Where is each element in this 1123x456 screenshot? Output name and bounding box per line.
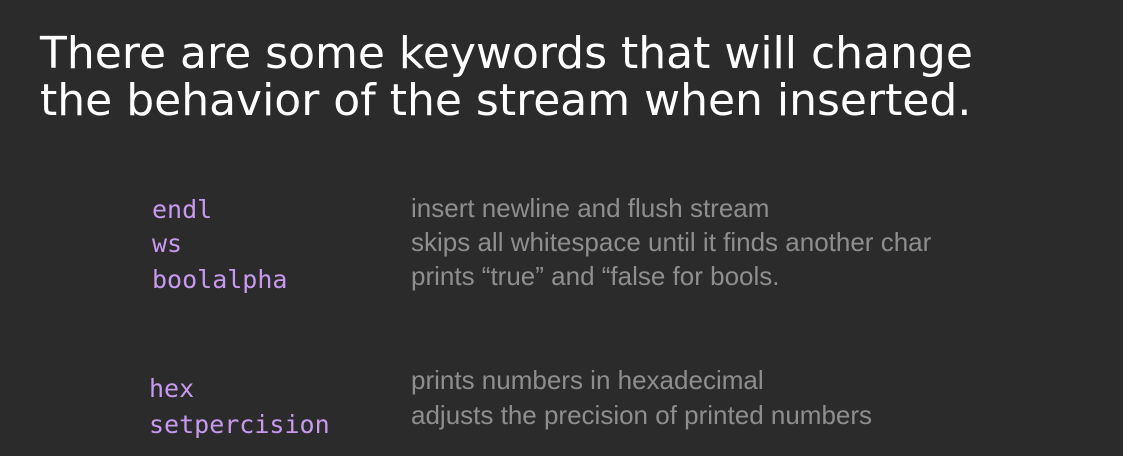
slide-title: There are some keywords that will change… [40, 30, 1100, 124]
description-endl: insert newline and flush stream [411, 193, 770, 223]
keyword-setpercision: setpercision [149, 410, 330, 439]
slide-title-line-1: There are some keywords that will change [40, 28, 973, 79]
description-boolalpha: prints “true” and “false for bools. [411, 261, 780, 291]
description-ws: skips all whitespace until it finds anot… [411, 227, 932, 257]
description-hex: prints numbers in hexadecimal [411, 365, 764, 395]
slide-title-line-2: the behavior of the stream when inserted… [40, 75, 972, 126]
slide: There are some keywords that will change… [0, 0, 1123, 456]
description-setpercision: adjusts the precision of printed numbers [411, 400, 873, 430]
keyword-boolalpha: boolalpha [152, 265, 288, 294]
keyword-endl: endl [152, 195, 213, 224]
keyword-hex: hex [149, 374, 195, 403]
keyword-ws: ws [152, 229, 183, 258]
